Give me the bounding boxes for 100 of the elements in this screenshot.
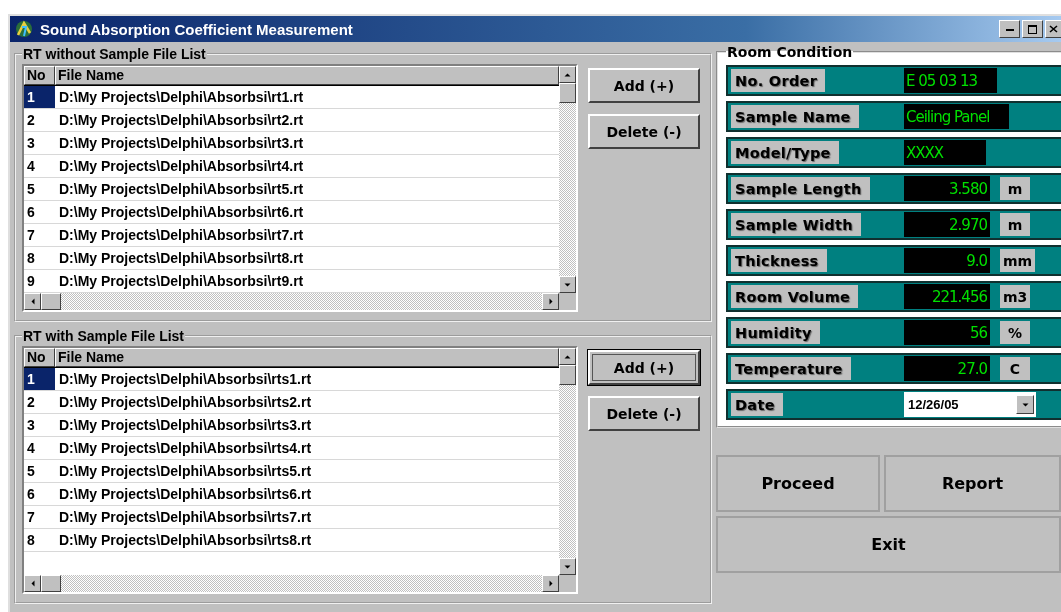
file-list[interactable] <box>22 64 578 312</box>
scroll-up-button[interactable] <box>559 348 576 365</box>
list-row[interactable]: 5 D:\My Projects\Delphi\Absorbsi\rt5.rt <box>24 178 559 201</box>
list-row[interactable]: 2 D:\My Projects\Delphi\Absorbsi\rt2.rt <box>24 109 559 132</box>
list-row[interactable]: 2 D:\My Projects\Delphi\Absorbsi\rts2.rt <box>24 391 559 414</box>
field-label: Sample Name <box>731 105 859 128</box>
scroll-down-button[interactable] <box>559 558 576 575</box>
value-field[interactable]: 2.970 <box>904 212 990 237</box>
row-number[interactable]: 2 <box>24 109 55 131</box>
row-number[interactable]: 1 <box>24 86 55 108</box>
file-name[interactable]: D:\My Projects\Delphi\Absorbsi\rt2.rt <box>55 112 304 128</box>
maximize-icon <box>1028 24 1037 34</box>
row-number[interactable]: 8 <box>24 529 55 551</box>
file-name[interactable]: D:\My Projects\Delphi\Absorbsi\rt5.rt <box>55 181 304 197</box>
row-number[interactable]: 5 <box>24 178 55 200</box>
maximize-button[interactable] <box>1022 20 1043 38</box>
row-number[interactable]: 1 <box>24 368 55 390</box>
file-name[interactable]: D:\My Projects\Delphi\Absorbsi\rts6.rt <box>55 486 312 502</box>
file-name[interactable]: D:\My Projects\Delphi\Absorbsi\rts4.rt <box>55 440 312 456</box>
row-number[interactable]: 8 <box>24 247 55 269</box>
list-row[interactable]: 8 D:\My Projects\Delphi\Absorbsi\rt8.rt <box>24 247 559 270</box>
row-number[interactable]: 3 <box>24 132 55 154</box>
list-row[interactable]: 6 D:\My Projects\Delphi\Absorbsi\rt6.rt <box>24 201 559 224</box>
row-number[interactable]: 5 <box>24 460 55 482</box>
file-name[interactable]: D:\My Projects\Delphi\Absorbsi\rts3.rt <box>55 417 312 433</box>
scrollbar-thumb[interactable] <box>559 83 576 103</box>
row-number[interactable]: 9 <box>24 270 55 292</box>
scroll-down-button[interactable] <box>559 276 576 293</box>
add-button[interactable]: Add (+) <box>588 350 700 385</box>
list-row[interactable]: 3 D:\My Projects\Delphi\Absorbsi\rts3.rt <box>24 414 559 437</box>
file-name[interactable]: D:\My Projects\Delphi\Absorbsi\rt9.rt <box>55 273 304 289</box>
unit-label: m3 <box>1000 285 1031 308</box>
up-arrow-icon <box>563 71 572 78</box>
row-number[interactable]: 7 <box>24 224 55 246</box>
list-row[interactable]: 4 D:\My Projects\Delphi\Absorbsi\rts4.rt <box>24 437 559 460</box>
add-button[interactable]: Add (+) <box>588 68 700 103</box>
proceed-button[interactable]: Proceed <box>716 455 880 512</box>
scrollbar-thumb[interactable] <box>41 293 61 310</box>
row-number[interactable]: 3 <box>24 414 55 436</box>
value-field[interactable]: 56 <box>904 320 990 345</box>
file-name[interactable]: D:\My Projects\Delphi\Absorbsi\rt4.rt <box>55 158 304 174</box>
column-header[interactable]: File Name <box>55 66 559 85</box>
unit-label: m <box>1000 213 1030 236</box>
field-label: Thickness <box>731 249 827 272</box>
list-row[interactable]: 7 D:\My Projects\Delphi\Absorbsi\rts7.rt <box>24 506 559 529</box>
list-row[interactable]: 1 D:\My Projects\Delphi\Absorbsi\rt1.rt <box>24 86 559 109</box>
field-label: No. Order <box>731 69 826 92</box>
column-header[interactable]: No <box>24 66 55 85</box>
group-title: RT with Sample File List <box>22 328 186 344</box>
row-number[interactable]: 2 <box>24 391 55 413</box>
close-icon <box>1049 25 1058 33</box>
scroll-right-button[interactable] <box>542 575 559 592</box>
scrollbar-thumb[interactable] <box>41 575 61 592</box>
value-field[interactable]: XXXX <box>904 140 986 165</box>
report-button[interactable]: Report <box>884 455 1061 512</box>
row-number[interactable]: 6 <box>24 201 55 223</box>
file-name[interactable]: D:\My Projects\Delphi\Absorbsi\rts1.rt <box>55 371 312 387</box>
exit-button[interactable]: Exit <box>716 516 1061 573</box>
value-field[interactable]: E 05 03 13 <box>904 68 998 93</box>
file-name[interactable]: D:\My Projects\Delphi\Absorbsi\rt3.rt <box>55 135 304 151</box>
list-row[interactable]: 7 D:\My Projects\Delphi\Absorbsi\rt7.rt <box>24 224 559 247</box>
file-name[interactable]: D:\My Projects\Delphi\Absorbsi\rt1.rt <box>55 89 304 105</box>
file-name[interactable]: D:\My Projects\Delphi\Absorbsi\rts8.rt <box>55 532 312 548</box>
value-field[interactable]: 221.456 <box>904 284 990 309</box>
scroll-left-button[interactable] <box>24 293 41 310</box>
row-number[interactable]: 6 <box>24 483 55 505</box>
delete-button[interactable]: Delete (-) <box>588 114 700 149</box>
list-row[interactable]: 8 D:\My Projects\Delphi\Absorbsi\rts8.rt <box>24 529 559 552</box>
date-picker[interactable]: 12/26/05 <box>904 392 1036 417</box>
unit-label: C <box>1000 357 1030 380</box>
scroll-left-button[interactable] <box>24 575 41 592</box>
row-number[interactable]: 4 <box>24 437 55 459</box>
list-row[interactable]: 1 D:\My Projects\Delphi\Absorbsi\rts1.rt <box>24 368 559 391</box>
scroll-right-button[interactable] <box>542 293 559 310</box>
value-field[interactable]: 9.0 <box>904 248 990 273</box>
list-row[interactable]: 6 D:\My Projects\Delphi\Absorbsi\rts6.rt <box>24 483 559 506</box>
column-header[interactable]: File Name <box>55 348 559 367</box>
scrollbar-thumb[interactable] <box>559 365 576 385</box>
file-name[interactable]: D:\My Projects\Delphi\Absorbsi\rts2.rt <box>55 394 312 410</box>
list-row[interactable]: 3 D:\My Projects\Delphi\Absorbsi\rt3.rt <box>24 132 559 155</box>
file-name[interactable]: D:\My Projects\Delphi\Absorbsi\rt8.rt <box>55 250 304 266</box>
value-field[interactable]: 27.0 <box>904 356 990 381</box>
close-button[interactable] <box>1045 20 1061 38</box>
file-name[interactable]: D:\My Projects\Delphi\Absorbsi\rts7.rt <box>55 509 312 525</box>
value-field[interactable]: Ceiling Panel <box>904 104 1010 129</box>
row-number[interactable]: 4 <box>24 155 55 177</box>
dropdown-button[interactable] <box>1016 395 1034 414</box>
field-label: Humidity <box>731 321 820 344</box>
file-name[interactable]: D:\My Projects\Delphi\Absorbsi\rt7.rt <box>55 227 304 243</box>
column-header[interactable]: No <box>24 348 55 367</box>
file-list[interactable] <box>22 346 578 594</box>
file-name[interactable]: D:\My Projects\Delphi\Absorbsi\rt6.rt <box>55 204 304 220</box>
scroll-up-button[interactable] <box>559 66 576 83</box>
list-row[interactable]: 5 D:\My Projects\Delphi\Absorbsi\rts5.rt <box>24 460 559 483</box>
row-number[interactable]: 7 <box>24 506 55 528</box>
delete-button[interactable]: Delete (-) <box>588 396 700 431</box>
minimize-button[interactable] <box>999 20 1020 38</box>
file-name[interactable]: D:\My Projects\Delphi\Absorbsi\rts5.rt <box>55 463 312 479</box>
value-field[interactable]: 3.580 <box>904 176 990 201</box>
list-row[interactable]: 4 D:\My Projects\Delphi\Absorbsi\rt4.rt <box>24 155 559 178</box>
